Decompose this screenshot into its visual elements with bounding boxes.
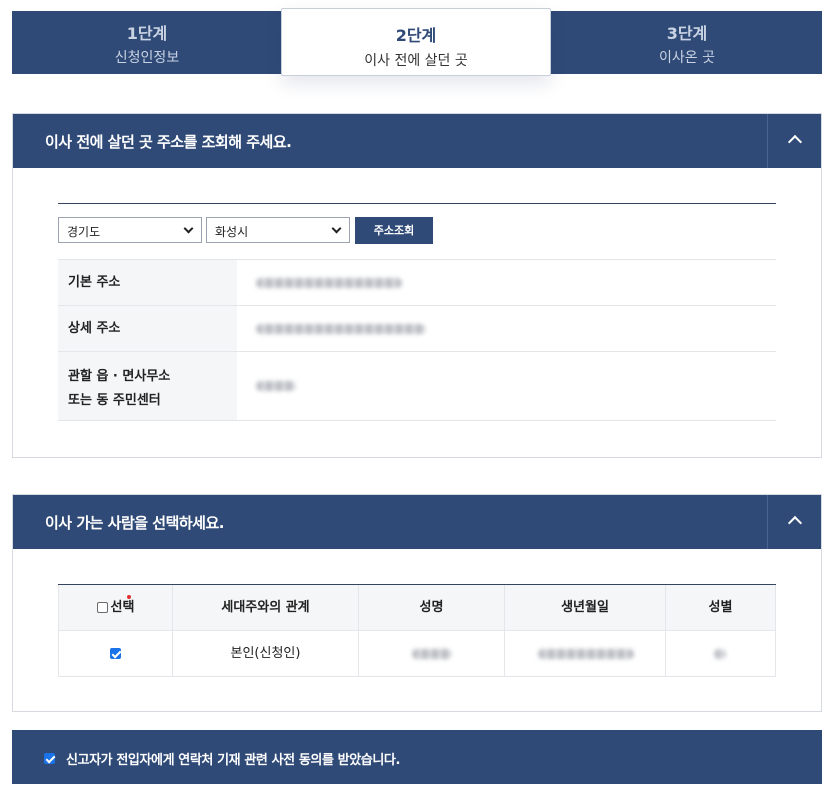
step-2-name: 이사 전에 살던 곳: [364, 53, 468, 69]
gender-cell: [666, 631, 776, 676]
step-2-active: 2단계 이사 전에 살던 곳: [281, 8, 551, 76]
redacted-text: [256, 324, 426, 334]
jurisdiction-office-label: 관할 읍 · 면사무소 또는 동 주민센터: [58, 352, 237, 420]
divider: [58, 203, 776, 204]
previous-address-panel: 이사 전에 살던 곳 주소를 조회해 주세요. 경기도 화성시 주소조회 기본 …: [12, 113, 822, 458]
city-select[interactable]: 화성시: [206, 217, 350, 243]
basic-address-row: 기본 주소: [58, 259, 776, 305]
moving-people-title: 이사 가는 사람을 선택하세요.: [45, 514, 224, 532]
step-1: 1단계 신청인정보: [12, 11, 282, 74]
collapse-toggle-button[interactable]: [767, 114, 821, 168]
jurisdiction-office-value: [247, 352, 776, 420]
column-select: 선택: [110, 600, 135, 615]
chevron-up-icon: [787, 134, 803, 150]
redacted-text: [538, 649, 634, 659]
previous-address-title: 이사 전에 살던 곳 주소를 조회해 주세요.: [45, 133, 292, 151]
name-cell: [359, 631, 505, 676]
step-3-name: 이사온 곳: [659, 50, 715, 66]
chevron-down-icon: [183, 223, 194, 234]
detail-address-label: 상세 주소: [58, 306, 237, 351]
step-1-name: 신청인정보: [114, 50, 180, 66]
required-marker: [127, 595, 131, 599]
birthdate-cell: [505, 631, 666, 676]
column-gender: 성별: [666, 585, 776, 630]
address-search-button[interactable]: 주소조회: [355, 217, 433, 244]
select-all-header: 선택: [58, 585, 173, 630]
moving-people-panel: 이사 가는 사람을 선택하세요. 선택 세대주와의 관계 성명 생년월일 성별 …: [12, 494, 822, 712]
consent-checkbox[interactable]: [44, 753, 55, 764]
basic-address-value: [247, 260, 776, 305]
column-relation: 세대주와의 관계: [173, 585, 359, 630]
moving-people-header: 이사 가는 사람을 선택하세요.: [13, 495, 821, 549]
row-select-cell: [58, 631, 173, 676]
province-select-value: 경기도: [67, 225, 101, 239]
column-birthdate: 생년월일: [505, 585, 666, 630]
province-select[interactable]: 경기도: [58, 217, 202, 243]
step-3: 3단계 이사온 곳: [552, 11, 822, 74]
people-table: 선택 세대주와의 관계 성명 생년월일 성별 본인(신청인): [58, 584, 776, 677]
jurisdiction-label-line1: 관할 읍 · 면사무소: [68, 369, 171, 384]
consent-bar: 신고자가 전입자에게 연락처 기재 관련 사전 동의를 받았습니다.: [12, 730, 822, 784]
select-all-checkbox[interactable]: [96, 602, 108, 613]
row-select-checkbox[interactable]: [110, 648, 121, 659]
previous-address-header: 이사 전에 살던 곳 주소를 조회해 주세요.: [13, 114, 821, 168]
relation-cell: 본인(신청인): [173, 631, 359, 676]
basic-address-label: 기본 주소: [58, 260, 237, 305]
detail-address-value: [247, 306, 776, 351]
table-row: 본인(신청인): [58, 631, 776, 677]
table-header-row: 선택 세대주와의 관계 성명 생년월일 성별: [58, 585, 776, 631]
city-select-value: 화성시: [215, 225, 249, 239]
column-name: 성명: [359, 585, 505, 630]
redacted-text: [256, 278, 402, 288]
chevron-down-icon: [331, 223, 342, 234]
step-3-number: 3단계: [666, 24, 708, 43]
redacted-text: [412, 649, 452, 659]
consent-text: 신고자가 전입자에게 연락처 기재 관련 사전 동의를 받았습니다.: [66, 753, 400, 768]
step-2-number: 2단계: [395, 26, 437, 45]
jurisdiction-office-row: 관할 읍 · 면사무소 또는 동 주민센터: [58, 351, 776, 421]
detail-address-row: 상세 주소: [58, 305, 776, 351]
chevron-up-icon: [787, 515, 803, 531]
redacted-text: [714, 649, 726, 659]
redacted-text: [256, 381, 296, 391]
collapse-toggle-button[interactable]: [767, 495, 821, 549]
step-1-number: 1단계: [126, 24, 168, 43]
jurisdiction-label-line2: 또는 동 주민센터: [68, 393, 161, 408]
